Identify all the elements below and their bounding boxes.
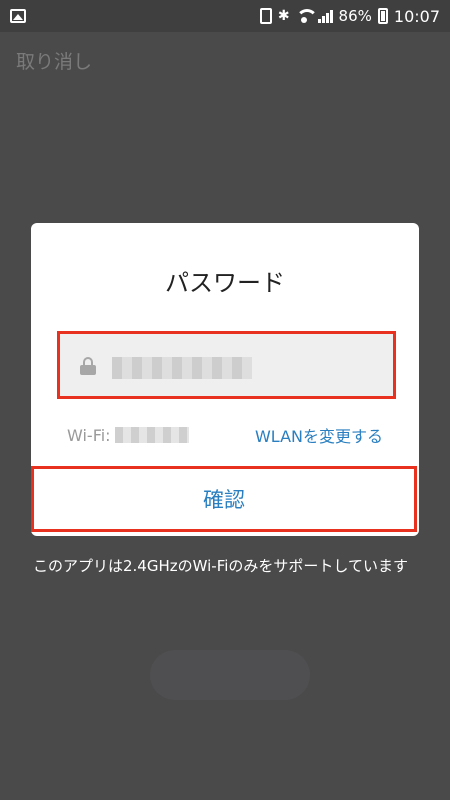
sim-icon [259, 8, 272, 24]
wifi-icon [295, 9, 318, 23]
gallery-icon [10, 9, 26, 23]
password-value-masked [112, 357, 252, 379]
change-wlan-link[interactable]: WLANを変更する [255, 423, 383, 447]
password-dialog: パスワード Wi-Fi: WLANを変更する 確認 [31, 223, 419, 536]
wifi-label-text: Wi-Fi: [67, 425, 111, 445]
password-input[interactable] [57, 331, 396, 399]
battery-icon [377, 8, 388, 24]
bluetooth-icon: ✱ [277, 8, 290, 24]
clock: 10:07 [393, 6, 440, 26]
wifi-info-row: Wi-Fi: WLANを変更する [67, 423, 383, 447]
battery-percent: 86% [338, 7, 372, 25]
signal-icon [317, 9, 333, 23]
wifi-ssid-label: Wi-Fi: [67, 426, 189, 445]
cancel-link[interactable]: 取り消し [16, 47, 92, 74]
confirm-button[interactable]: 確認 [31, 466, 417, 532]
support-note: このアプリは2.4GHzのWi-Fiのみをサポートしています [33, 557, 408, 575]
dialog-title: パスワード [165, 269, 285, 297]
status-bar: ✱ 86% 10:07 [0, 0, 450, 32]
lock-icon [80, 357, 96, 375]
wifi-ssid-masked [114, 427, 189, 443]
background-button-shadow [150, 650, 310, 700]
